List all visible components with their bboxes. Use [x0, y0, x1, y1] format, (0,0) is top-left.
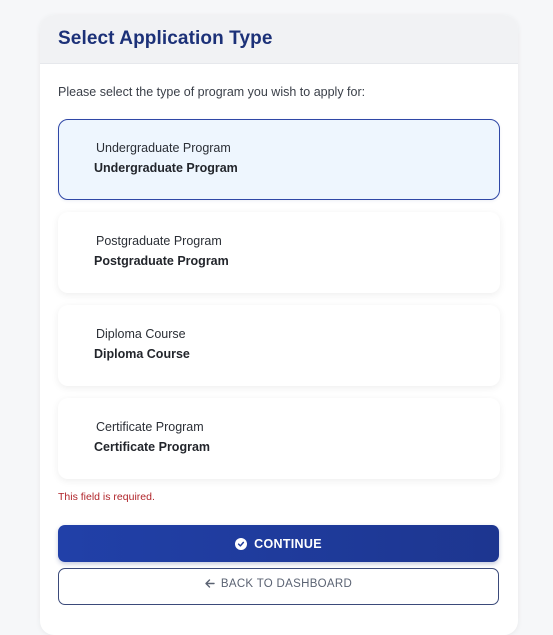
option-subtitle: Diploma Course	[94, 347, 190, 361]
option-certificate-program[interactable]: Certificate Program Certificate Program	[58, 398, 500, 479]
option-subtitle: Undergraduate Program	[94, 161, 238, 175]
instructions-text: Please select the type of program you wi…	[58, 85, 366, 99]
continue-label: CONTINUE	[254, 536, 322, 551]
option-diploma-course[interactable]: Diploma Course Diploma Course	[58, 305, 500, 386]
application-type-card: Select Application Type Please select th…	[40, 15, 518, 635]
option-title: Undergraduate Program	[96, 141, 231, 155]
back-label: BACK TO DASHBOARD	[220, 577, 353, 590]
option-subtitle: Certificate Program	[94, 440, 211, 454]
card-header: Select Application Type	[40, 15, 518, 64]
back-to-dashboard-button[interactable]: BACK TO DASHBOARD	[58, 568, 499, 605]
option-undergraduate-program[interactable]: Undergraduate Program Undergraduate Prog…	[58, 119, 500, 200]
option-title: Postgraduate Program	[96, 234, 222, 248]
continue-button[interactable]: CONTINUE	[58, 525, 499, 562]
page-title: Select Application Type	[58, 28, 273, 49]
validation-error: This field is required.	[58, 491, 155, 503]
arrow-left-icon	[205, 579, 215, 588]
option-subtitle: Postgraduate Program	[94, 254, 229, 268]
check-circle-icon	[235, 537, 248, 550]
option-title: Diploma Course	[96, 327, 186, 341]
option-title: Certificate Program	[96, 420, 204, 434]
card-body: Please select the type of program you wi…	[40, 64, 518, 605]
option-postgraduate-program[interactable]: Postgraduate Program Postgraduate Progra…	[58, 212, 500, 293]
